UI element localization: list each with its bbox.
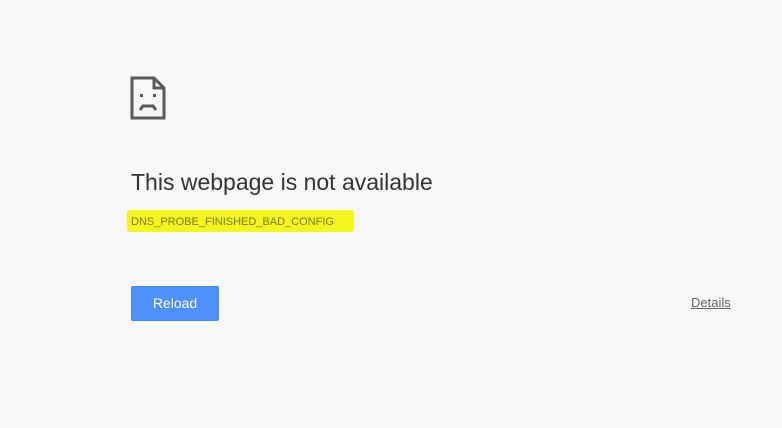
reload-button[interactable]: Reload [131, 286, 219, 321]
error-code: DNS_PROBE_FINISHED_BAD_CONFIG [131, 216, 334, 228]
details-link[interactable]: Details [691, 295, 731, 311]
page-title: This webpage is not available [131, 169, 433, 195]
sad-document-icon [130, 76, 166, 120]
